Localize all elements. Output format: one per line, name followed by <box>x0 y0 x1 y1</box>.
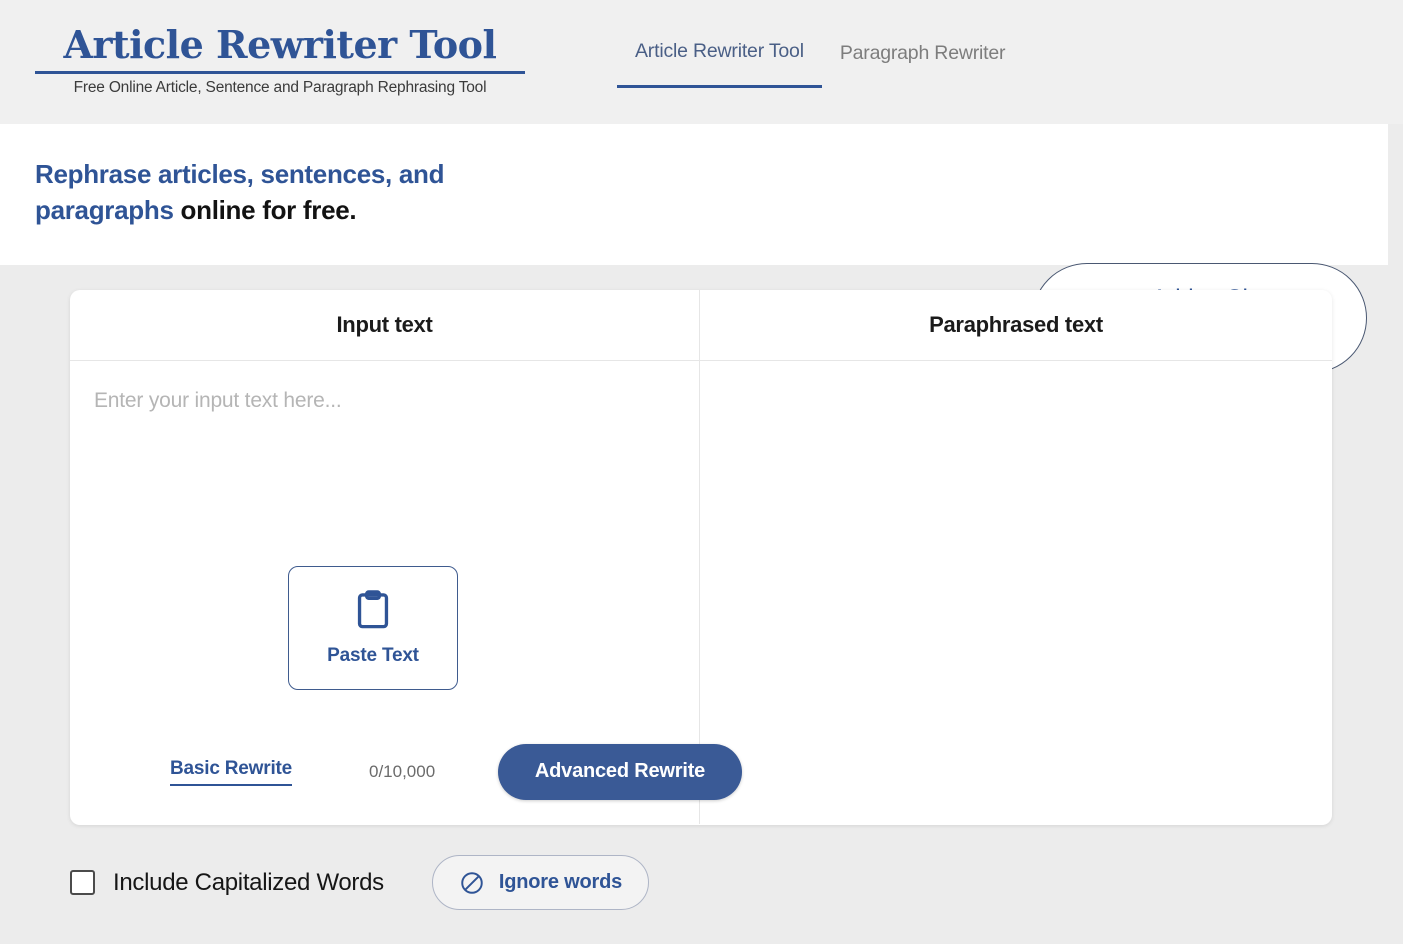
clipboard-icon <box>354 589 392 631</box>
paste-text-label: Paste Text <box>327 645 419 667</box>
paste-text-button[interactable]: Paste Text <box>288 566 458 690</box>
main-nav: Article Rewriter Tool Paragraph Rewriter <box>617 40 1023 88</box>
panel-headers: Input text Paraphrased text <box>70 290 1332 361</box>
hero-headline-rest: online for free. <box>181 195 357 225</box>
output-panel-title: Paraphrased text <box>700 290 1332 360</box>
tab-article-rewriter-tool[interactable]: Article Rewriter Tool <box>617 40 822 88</box>
basic-rewrite-link[interactable]: Basic Rewrite <box>170 758 292 786</box>
panel-bodies: Enter your input text here... Paste Text… <box>70 361 1332 824</box>
tab-paragraph-rewriter[interactable]: Paragraph Rewriter <box>822 40 1023 88</box>
brand-subtitle: Free Online Article, Sentence and Paragr… <box>35 79 525 97</box>
ignore-words-label: Ignore words <box>499 871 622 894</box>
site-header: Article Rewriter Tool Free Online Articl… <box>0 0 1403 124</box>
include-capitalized-words-label: Include Capitalized Words <box>113 869 384 897</box>
input-pane[interactable]: Enter your input text here... Paste Text… <box>70 361 700 824</box>
character-counter: 0/10,000 <box>369 762 435 782</box>
bottom-controls: Include Capitalized Words Ignore words <box>70 855 649 910</box>
ban-icon <box>459 870 485 896</box>
input-placeholder: Enter your input text here... <box>94 389 342 413</box>
output-pane[interactable] <box>700 361 1332 824</box>
include-capitalized-words-checkbox[interactable] <box>70 870 95 895</box>
input-panel-title: Input text <box>70 290 700 360</box>
rewriter-card: Input text Paraphrased text Enter your i… <box>70 290 1332 825</box>
hero-headline: Rephrase articles, sentences, and paragr… <box>35 156 555 228</box>
brand-logo[interactable]: Article Rewriter Tool Free Online Articl… <box>35 22 535 97</box>
brand-title: Article Rewriter Tool <box>35 22 525 74</box>
hero-section: Rephrase articles, sentences, and paragr… <box>0 124 1388 265</box>
input-pane-footer: Basic Rewrite 0/10,000 Advanced Rewrite <box>70 719 700 824</box>
ignore-words-button[interactable]: Ignore words <box>432 855 649 910</box>
